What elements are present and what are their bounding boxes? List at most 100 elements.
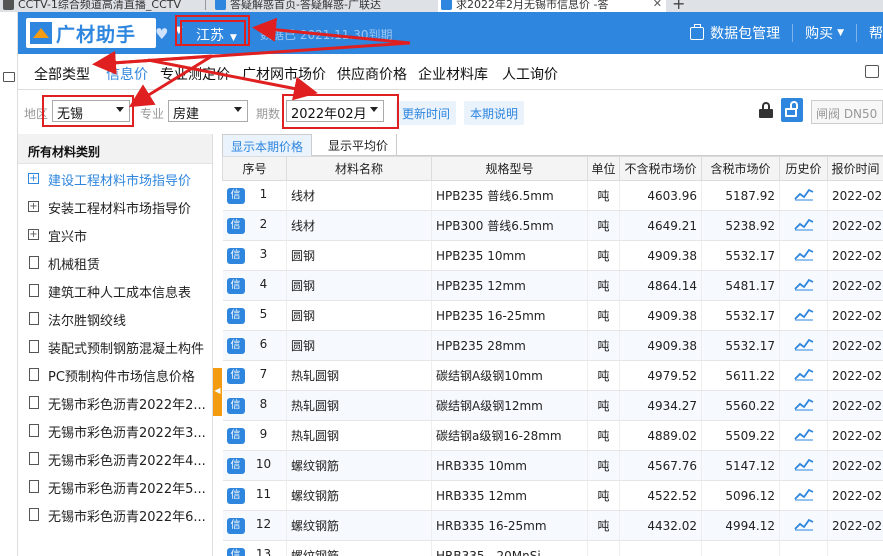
info-badge-icon[interactable]: 信 xyxy=(226,248,245,264)
table-row[interactable]: 信 6 圆钢 HPB235 28mm 吨 4909.38 5532.17 2022-02 xyxy=(222,330,883,361)
trend-chart-icon[interactable] xyxy=(793,187,814,201)
document-icon[interactable] xyxy=(29,508,39,521)
category-item[interactable]: 无锡市彩色沥青2022年4... xyxy=(18,444,212,472)
nav-item-info-price[interactable]: 信息价 xyxy=(106,64,148,84)
category-item[interactable]: 无锡市彩色沥青2022年2... xyxy=(18,388,212,416)
info-badge-icon[interactable]: 信 xyxy=(226,428,245,444)
nav-item-all[interactable]: 全部类型 xyxy=(34,64,90,84)
window-icon[interactable] xyxy=(865,65,879,78)
document-icon[interactable] xyxy=(29,340,39,353)
table-row[interactable]: 信 11 螺纹钢筋 HRB335 12mm 吨 4522.52 5096.12 2022-02 xyxy=(222,480,883,511)
document-icon[interactable] xyxy=(29,396,39,409)
table-row[interactable]: 信 13 螺纹钢筋 HRB335、20MnSi xyxy=(222,540,883,556)
close-icon[interactable]: ✕ xyxy=(653,0,662,10)
trend-chart-icon[interactable] xyxy=(793,367,814,381)
document-icon[interactable] xyxy=(29,452,39,465)
document-icon[interactable] xyxy=(29,256,39,269)
browser-tab[interactable]: CCTV-1综合频道高清直播_CCTV xyxy=(0,0,200,12)
column-header[interactable]: 规格型号 xyxy=(431,156,588,181)
column-header[interactable]: 材料名称 xyxy=(286,156,432,181)
info-badge-icon[interactable]: 信 xyxy=(226,188,245,204)
info-badge-icon[interactable]: 信 xyxy=(226,488,245,504)
column-header[interactable]: 含税市场价 xyxy=(701,156,780,181)
trend-chart-icon[interactable] xyxy=(793,217,814,231)
table-row[interactable]: 信 4 圆钢 HPB235 12mm 吨 4864.14 5481.17 2022-02 xyxy=(222,270,883,301)
tab-current-price[interactable]: 显示本期价格 xyxy=(222,134,313,156)
data-pack-button[interactable]: 数据包管理 xyxy=(678,23,792,43)
expand-plus-icon[interactable]: + xyxy=(28,173,39,184)
category-item[interactable]: 法尔胜钢绞线 xyxy=(18,304,212,332)
specialty-select[interactable]: 房建 xyxy=(168,100,248,122)
trend-chart-icon[interactable] xyxy=(793,247,814,261)
trend-chart-icon[interactable] xyxy=(793,397,814,411)
trend-chart-icon[interactable] xyxy=(793,457,814,471)
browser-tab-active[interactable]: 求2022年2月无锡市信息价 -答 ✕ xyxy=(438,0,666,12)
category-item[interactable]: + 安装工程材料市场指导价 xyxy=(18,192,212,220)
expand-plus-icon[interactable]: + xyxy=(28,229,39,240)
nav-item-enterprise-library[interactable]: 企业材料库 xyxy=(418,64,488,84)
info-badge-icon[interactable]: 信 xyxy=(226,368,245,384)
column-header[interactable]: 报价时间 xyxy=(827,156,883,181)
trend-chart-icon[interactable] xyxy=(793,277,814,291)
trend-chart-icon[interactable] xyxy=(793,337,814,351)
table-row[interactable]: 信 10 螺纹钢筋 HRB335 10mm 吨 4567.76 5147.12 2022-02 xyxy=(222,450,883,481)
update-time-button[interactable]: 更新时间 xyxy=(396,101,457,125)
category-item[interactable]: 装配式预制钢筋混凝土构件 xyxy=(18,332,212,360)
category-item[interactable]: PC预制构件市场信息价格 xyxy=(18,360,212,388)
info-badge-icon[interactable]: 信 xyxy=(226,338,245,354)
browser-tab[interactable]: 答疑解惑首页-答疑解惑-广联达 xyxy=(212,0,417,12)
table-row[interactable]: 信 8 热轧圆钢 碳结钢A级钢12mm 吨 4934.27 5560.22 2022-02 xyxy=(222,390,883,421)
favorite-heart-icon[interactable]: ♥ xyxy=(155,25,172,43)
unlock-icon[interactable] xyxy=(781,98,803,122)
table-row[interactable]: 信 1 线材 HPB235 普线6.5mm 吨 4603.96 5187.92 2022-02 xyxy=(222,180,883,211)
nav-item-supplier-price[interactable]: 供应商价格 xyxy=(337,64,407,84)
trend-chart-icon[interactable] xyxy=(793,487,814,501)
document-icon[interactable] xyxy=(29,480,39,493)
buy-menu[interactable]: 购买 ▼ xyxy=(793,23,856,43)
category-item[interactable]: 无锡市彩色沥青2022年5... xyxy=(18,472,212,500)
lock-icon[interactable] xyxy=(759,102,773,118)
document-icon[interactable] xyxy=(29,284,39,297)
category-item[interactable]: 机械租赁 xyxy=(18,248,212,276)
info-badge-icon[interactable]: 信 xyxy=(226,398,245,414)
document-icon[interactable] xyxy=(29,312,39,325)
expand-plus-icon[interactable]: + xyxy=(28,201,39,212)
column-header[interactable]: 单位 xyxy=(587,156,620,181)
collapse-panel-button[interactable]: ◀ xyxy=(213,368,222,416)
trend-chart-icon[interactable] xyxy=(793,307,814,321)
trend-chart-icon[interactable] xyxy=(793,517,814,531)
table-row[interactable]: 信 9 热轧圆钢 碳结钢a级钢16-28mm 吨 4889.02 5509.22 2022-0… xyxy=(222,420,883,451)
category-item[interactable]: + 宜兴市 xyxy=(18,220,212,248)
nav-item-market-price[interactable]: 广材网市场价 xyxy=(242,64,326,84)
table-row[interactable]: 信 2 线材 HPB300 普线6.5mm 吨 4649.21 5238.92 2022-02 xyxy=(222,210,883,241)
category-item[interactable]: + 建设工程材料市场指导价 xyxy=(18,164,212,192)
info-badge-icon[interactable]: 信 xyxy=(226,278,245,294)
table-row[interactable]: 信 5 圆钢 HPB235 16-25mm 吨 4909.38 5532.17 2022-02 xyxy=(222,300,883,331)
column-header[interactable]: 历史价 xyxy=(779,156,828,181)
document-icon[interactable] xyxy=(29,368,39,381)
table-row[interactable]: 信 12 螺纹钢筋 HRB335 16-25mm 吨 4432.02 4994.12 2022… xyxy=(222,510,883,541)
info-badge-icon[interactable]: 信 xyxy=(226,548,245,556)
info-badge-icon[interactable]: 信 xyxy=(226,308,245,324)
category-item[interactable]: 无锡市彩色沥青2022年3... xyxy=(18,416,212,444)
category-item[interactable]: 无锡市彩色沥青2022年6... xyxy=(18,500,212,528)
info-badge-icon[interactable]: 信 xyxy=(226,518,245,534)
info-badge-icon[interactable]: 信 xyxy=(226,218,245,234)
search-input[interactable]: 闸阀 DN50 多 xyxy=(811,100,883,124)
cell-price-in: 5238.92 xyxy=(701,210,780,241)
period-note-button[interactable]: 本期说明 xyxy=(464,101,525,125)
category-item[interactable]: 建筑工种人工成本信息表 xyxy=(18,276,212,304)
table-row[interactable]: 信 3 圆钢 HPB235 10mm 吨 4909.38 5532.17 2022-02 xyxy=(222,240,883,271)
folder-icon[interactable] xyxy=(3,72,15,82)
column-header[interactable]: 不含税市场价 xyxy=(619,156,702,181)
column-header[interactable]: 序号 xyxy=(222,156,287,181)
help-menu[interactable]: 帮 xyxy=(857,23,883,43)
nav-item-professional-price[interactable]: 专业测定价 xyxy=(160,64,230,84)
info-badge-icon[interactable]: 信 xyxy=(226,458,245,474)
tab-average-price[interactable]: 显示平均价 xyxy=(320,134,398,156)
document-icon[interactable] xyxy=(29,424,39,437)
new-tab-button[interactable]: + xyxy=(672,0,685,12)
table-row[interactable]: 信 7 热轧圆钢 碳结钢A级钢10mm 吨 4979.52 5611.22 2022-02 xyxy=(222,360,883,391)
nav-item-labor-inquiry[interactable]: 人工询价 xyxy=(502,64,558,84)
trend-chart-icon[interactable] xyxy=(793,427,814,441)
